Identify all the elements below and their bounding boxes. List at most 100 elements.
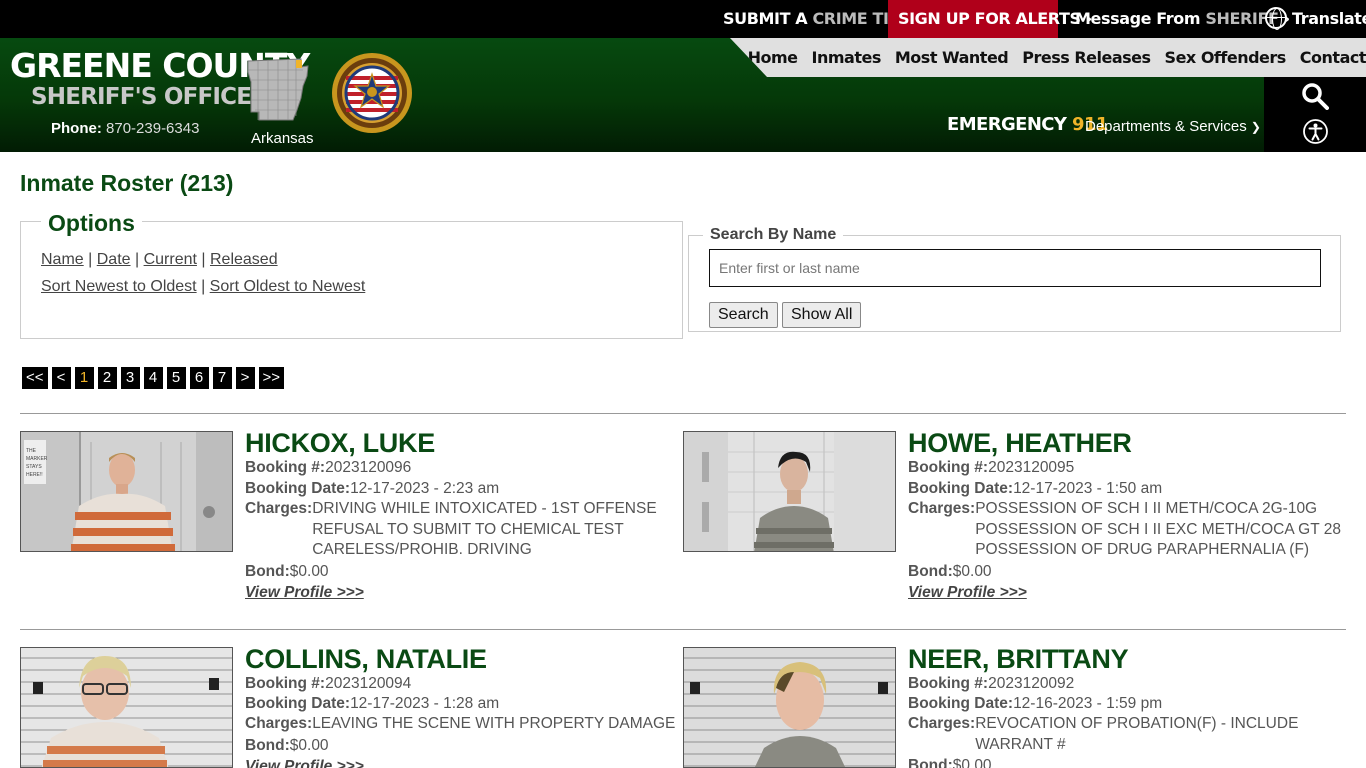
booking-date: Booking Date:12-17-2023 - 1:50 am xyxy=(908,480,1163,497)
accessibility-icon[interactable] xyxy=(1303,119,1328,144)
charge-item: POSSESSION OF SCH I II EXC METH/COCA GT … xyxy=(975,520,1341,538)
search-panel: Search By Name Search Show All xyxy=(688,226,1341,332)
crime-tip-label-a: SUBMIT A xyxy=(723,9,808,28)
page-7-button[interactable]: 7 xyxy=(212,367,232,389)
page-4-button[interactable]: 4 xyxy=(143,367,163,389)
bond: Bond:$0.00 xyxy=(245,563,329,580)
message-from-sheriff-link[interactable]: Message From SHERIFF › xyxy=(1075,0,1290,38)
charge-item: POSSESSION OF DRUG PARAPHERNALIA (F) xyxy=(975,541,1310,559)
header-tools xyxy=(1264,77,1366,152)
nav-contact[interactable]: Contact xyxy=(1300,48,1366,67)
inmate-name[interactable]: COLLINS, NATALIE xyxy=(245,644,487,675)
svg-text:MARKER: MARKER xyxy=(26,456,48,462)
emergency-label: EMERGENCY xyxy=(947,114,1067,135)
site-header: GREENE COUNTY SHERIFF'S OFFICE Phone: 87… xyxy=(0,38,1366,152)
divider xyxy=(20,629,1346,630)
state-label: Arkansas xyxy=(251,130,314,147)
main-nav: Home Inmates Most Wanted Press Releases … xyxy=(734,38,1366,77)
inmate-name[interactable]: NEER, BRITTANY xyxy=(908,644,1129,675)
charge-item: DRIVING WHILE INTOXICATED - 1ST OFFENSE xyxy=(312,500,657,517)
show-all-button[interactable]: Show All xyxy=(782,302,862,328)
nav-inmates[interactable]: Inmates xyxy=(812,48,882,67)
svg-text:HERE!!: HERE!! xyxy=(26,472,43,478)
pagination: << < 1 2 3 4 5 6 7 > >> xyxy=(22,367,288,389)
charge-item: CARELESS/PROHIB. DRIVING xyxy=(312,541,532,559)
svg-text:STAYS: STAYS xyxy=(26,464,42,470)
departments-label: Departments & Services xyxy=(1085,118,1247,135)
search-icon[interactable] xyxy=(1301,82,1329,110)
inmate-photo[interactable] xyxy=(20,647,233,768)
page-2-button[interactable]: 2 xyxy=(97,367,117,389)
inmate-photo[interactable] xyxy=(683,647,896,768)
order-links: Sort Newest to Oldest | Sort Oldest to N… xyxy=(41,278,366,295)
page-title: Inmate Roster (213) xyxy=(20,170,234,196)
inmate-name[interactable]: HOWE, HEATHER xyxy=(908,428,1132,459)
view-profile-link[interactable]: View Profile >>> xyxy=(245,584,364,602)
sort-by-date-link[interactable]: Date xyxy=(97,251,131,268)
top-utility-bar: SUBMIT A CRIME TIP› SIGN UP FOR ALERTS› … xyxy=(0,0,1366,38)
booking-date: Booking Date:12-16-2023 - 1:59 pm xyxy=(908,695,1163,712)
page-first-button[interactable]: << xyxy=(22,367,48,389)
nav-sex-offenders[interactable]: Sex Offenders xyxy=(1165,48,1287,67)
page-prev-button[interactable]: < xyxy=(51,367,71,389)
booking-date: Booking Date:12-17-2023 - 1:28 am xyxy=(245,695,500,712)
booking-date: Booking Date:12-17-2023 - 2:23 am xyxy=(245,480,500,497)
submit-crime-tip-link[interactable]: SUBMIT A CRIME TIP› xyxy=(723,0,911,38)
view-profile-link[interactable]: View Profile >>> xyxy=(908,584,1027,602)
charges: Charges: LEAVING THE SCENE WITH PROPERTY… xyxy=(245,714,675,735)
sheriff-seal-icon xyxy=(332,53,412,133)
emergency-line: EMERGENCY 911 xyxy=(947,114,1108,135)
sort-by-name-link[interactable]: Name xyxy=(41,251,84,268)
nav-most-wanted[interactable]: Most Wanted xyxy=(895,48,1009,67)
departments-dropdown[interactable]: Departments & Services ❯ xyxy=(1085,118,1261,135)
translate-button[interactable]: Translate xyxy=(1265,0,1366,38)
booking-number: Booking #:2023120092 xyxy=(908,675,1075,692)
nav-press-releases[interactable]: Press Releases xyxy=(1022,48,1151,67)
filter-current-link[interactable]: Current xyxy=(144,251,197,268)
sheriff-label-a: Message From xyxy=(1075,9,1201,28)
translate-label: Translate xyxy=(1292,9,1366,28)
filter-released-link[interactable]: Released xyxy=(210,251,278,268)
page-6-button[interactable]: 6 xyxy=(189,367,209,389)
divider xyxy=(20,413,1346,414)
page-next-button[interactable]: > xyxy=(235,367,255,389)
sort-oldest-link[interactable]: Sort Oldest to Newest xyxy=(210,278,366,295)
site-subtitle[interactable]: SHERIFF'S OFFICE xyxy=(31,84,252,110)
phone-label: Phone: xyxy=(51,120,102,137)
inmate-photo[interactable] xyxy=(683,431,896,552)
charges: Charges: POSSESSION OF SCH I II METH/COC… xyxy=(908,499,1341,561)
crime-tip-label-b: CRIME TIP xyxy=(812,9,900,28)
name-search-input[interactable] xyxy=(709,249,1321,287)
charge-item: POSSESSION OF SCH I II METH/COCA 2G-10G xyxy=(975,500,1318,517)
charge-item: WARRANT # xyxy=(975,735,1066,753)
booking-number: Booking #:2023120096 xyxy=(245,459,412,476)
bond: Bond:$0.00 xyxy=(908,563,992,580)
sort-links: Name | Date | Current | Released xyxy=(41,251,278,268)
phone-line: Phone: 870-239-6343 xyxy=(51,120,199,137)
search-button[interactable]: Search xyxy=(709,302,778,328)
globe-icon xyxy=(1265,6,1287,30)
main-nav-bar: Home Inmates Most Wanted Press Releases … xyxy=(730,38,1366,77)
charge-item: REFUSAL TO SUBMIT TO CHEMICAL TEST xyxy=(312,520,624,538)
page-3-button[interactable]: 3 xyxy=(120,367,140,389)
search-legend: Search By Name xyxy=(703,226,844,244)
page-5-button[interactable]: 5 xyxy=(166,367,186,389)
inmate-photo[interactable]: THE MARKER STAYS HERE!! xyxy=(20,431,233,552)
bond: Bond:$0.00 xyxy=(908,757,992,768)
alerts-label: SIGN UP FOR ALERTS xyxy=(898,9,1081,28)
phone-number[interactable]: 870-239-6343 xyxy=(106,120,199,137)
nav-home[interactable]: Home xyxy=(748,48,798,67)
charge-item: LEAVING THE SCENE WITH PROPERTY DAMAGE xyxy=(312,715,676,732)
charges: Charges: REVOCATION OF PROBATION(F) - IN… xyxy=(908,714,1298,755)
view-profile-link[interactable]: View Profile >>> xyxy=(245,758,364,768)
bond: Bond:$0.00 xyxy=(245,737,329,754)
sign-up-alerts-link[interactable]: SIGN UP FOR ALERTS › xyxy=(888,0,1092,38)
chevron-down-icon: ❯ xyxy=(1250,120,1261,134)
sort-newest-link[interactable]: Sort Newest to Oldest xyxy=(41,278,197,295)
inmate-name[interactable]: HICKOX, LUKE xyxy=(245,428,435,459)
booking-number: Booking #:2023120095 xyxy=(908,459,1075,476)
booking-number: Booking #:2023120094 xyxy=(245,675,412,692)
page-1-button[interactable]: 1 xyxy=(74,367,94,389)
arkansas-map-icon xyxy=(247,58,309,121)
page-last-button[interactable]: >> xyxy=(258,367,285,389)
